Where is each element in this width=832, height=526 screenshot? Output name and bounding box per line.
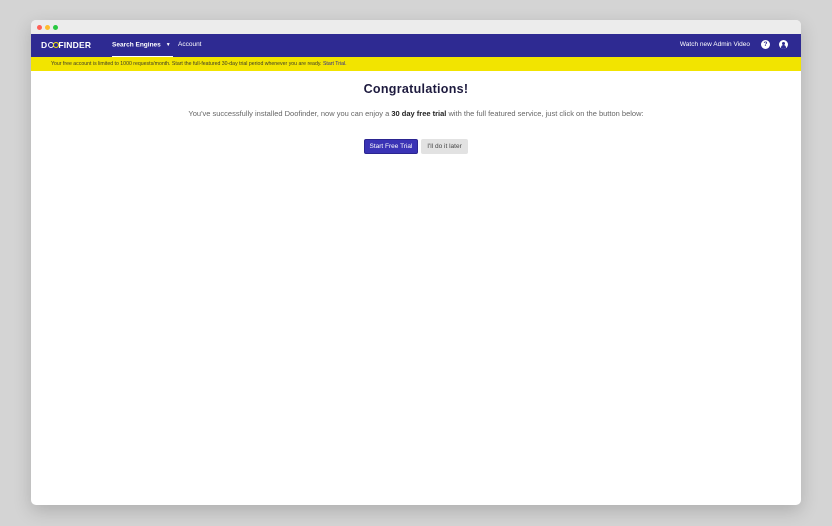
top-navbar: D FINDER Search Engines ▼ Account Watch n… [31, 34, 801, 57]
chevron-down-icon: ▼ [165, 42, 171, 48]
help-icon[interactable]: ? [761, 40, 770, 49]
logo-eyes-icon [47, 42, 59, 48]
doofinder-logo[interactable]: D FINDER [41, 40, 91, 50]
lead-text-highlight: 30 day free trial [391, 109, 447, 118]
logo-text-start: D [41, 40, 48, 50]
banner-text: Your free account is limited to 1000 req… [51, 61, 322, 67]
trial-limit-banner: Your free account is limited to 1000 req… [31, 57, 801, 71]
nav-account[interactable]: Account [178, 34, 202, 57]
start-free-trial-button[interactable]: Start Free Trial [364, 139, 418, 154]
start-trial-link[interactable]: Start Trial. [323, 61, 347, 67]
nav-search-engines-label: Search Engines [112, 41, 161, 49]
minimize-window-button[interactable] [45, 25, 50, 30]
lead-text-start: You've successfully installed Doofinder,… [188, 109, 392, 118]
nav-search-engines[interactable]: Search Engines ▼ [112, 34, 173, 57]
close-window-button[interactable] [37, 25, 42, 30]
lead-text-end: with the full featured service, just cli… [446, 109, 644, 118]
user-account-icon[interactable] [779, 40, 788, 49]
do-it-later-button[interactable]: I'll do it later [421, 139, 468, 154]
page-title: Congratulations! [363, 82, 469, 96]
browser-window: D FINDER Search Engines ▼ Account Watch n… [31, 20, 801, 505]
maximize-window-button[interactable] [53, 25, 58, 30]
lead-text: You've successfully installed Doofinder,… [31, 109, 801, 118]
logo-text-end: FINDER [58, 40, 92, 50]
window-titlebar [31, 20, 801, 34]
watch-admin-video-link[interactable]: Watch new Admin Video [680, 34, 750, 57]
